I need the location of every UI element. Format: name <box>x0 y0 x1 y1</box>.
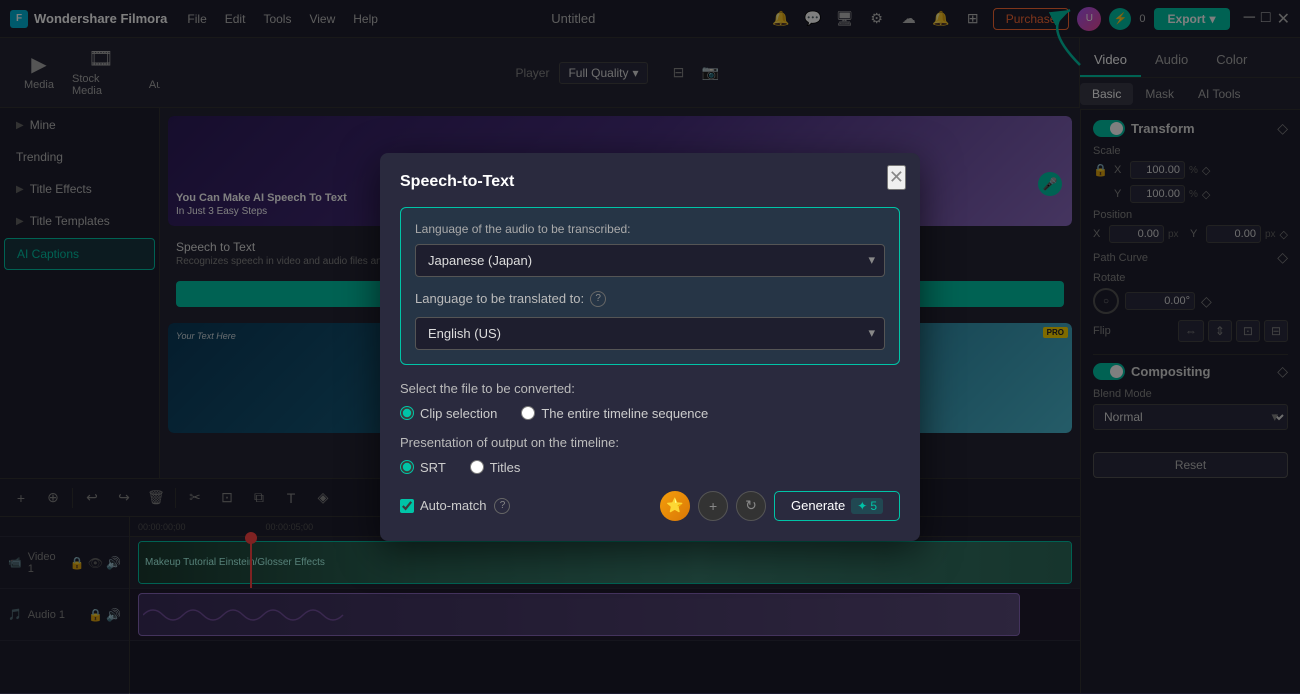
dialog-close-button[interactable]: ✕ <box>887 165 906 190</box>
gold-action-btn[interactable]: ⭐ <box>660 491 690 521</box>
cost-icon: ✦ <box>857 499 867 513</box>
auto-match-checkbox[interactable] <box>400 499 414 513</box>
dialog-actions: ⭐ + ↻ Generate ✦ 5 <box>660 491 900 521</box>
language-select-wrapper: Japanese (Japan) <box>415 244 885 277</box>
translate-info-icon[interactable]: ? <box>590 291 606 307</box>
file-selection-label: Select the file to be converted: <box>400 381 900 396</box>
output-radio-group: SRT Titles <box>400 460 900 475</box>
output-label: Presentation of output on the timeline: <box>400 435 900 450</box>
translate-select-wrapper: English (US) <box>415 317 885 350</box>
translate-select[interactable]: English (US) <box>415 317 885 350</box>
generate-cost: ✦ 5 <box>851 498 883 514</box>
add-action-btn[interactable]: + <box>698 491 728 521</box>
dialog-title: Speech-to-Text <box>400 173 900 191</box>
auto-match-row: Auto-match ? <box>400 498 510 514</box>
titles-radio[interactable]: Titles <box>470 460 521 475</box>
dialog-overlay: Speech-to-Text ✕ Language of the audio t… <box>0 0 1300 693</box>
clip-selection-radio[interactable]: Clip selection <box>400 406 497 421</box>
language-label: Language of the audio to be transcribed: <box>415 222 885 236</box>
file-radio-group: Clip selection The entire timeline seque… <box>400 406 900 421</box>
speech-to-text-dialog: Speech-to-Text ✕ Language of the audio t… <box>380 153 920 541</box>
dialog-footer: Auto-match ? ⭐ + ↻ Generate ✦ 5 <box>400 491 900 521</box>
translate-label: Language to be translated to: ? <box>415 291 885 307</box>
refresh-action-btn[interactable]: ↻ <box>736 491 766 521</box>
srt-radio[interactable]: SRT <box>400 460 446 475</box>
language-select[interactable]: Japanese (Japan) <box>415 244 885 277</box>
entire-timeline-radio[interactable]: The entire timeline sequence <box>521 406 708 421</box>
generate-button[interactable]: Generate ✦ 5 <box>774 491 900 521</box>
language-section: Language of the audio to be transcribed:… <box>400 207 900 365</box>
auto-match-info-icon[interactable]: ? <box>494 498 510 514</box>
auto-match-checkbox-label[interactable]: Auto-match <box>400 498 486 513</box>
